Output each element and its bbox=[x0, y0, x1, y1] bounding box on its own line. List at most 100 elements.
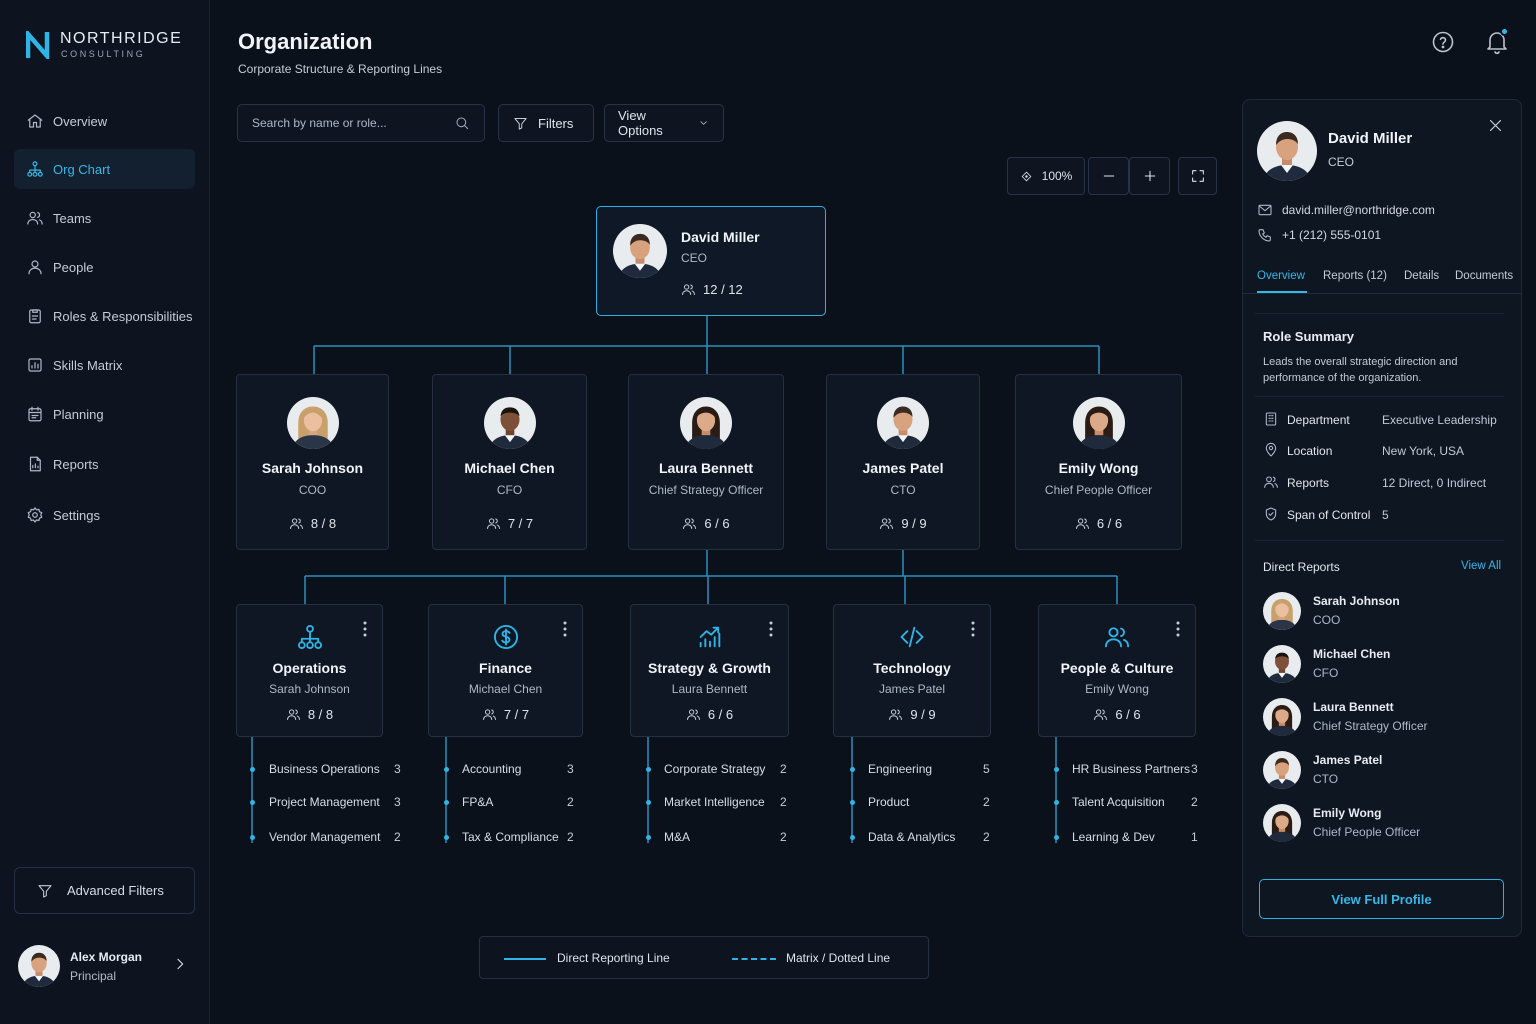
subteam-label[interactable]: Project Management bbox=[269, 795, 380, 809]
report-avatar[interactable] bbox=[1263, 645, 1301, 683]
zoom-out-button[interactable] bbox=[1088, 157, 1129, 195]
tab-overview[interactable]: Overview bbox=[1257, 270, 1305, 282]
exec-card[interactable]: Laura Bennett Chief Strategy Officer 6 /… bbox=[628, 374, 784, 550]
sidebar-item-planning[interactable]: Planning bbox=[14, 394, 195, 434]
subteam-label[interactable]: Data & Analytics bbox=[868, 830, 955, 844]
exec-card[interactable]: James Patel CTO 9 / 9 bbox=[826, 374, 980, 550]
subteam-count: 2 bbox=[983, 795, 990, 809]
subteam-bullet bbox=[444, 800, 449, 805]
chevron-right-icon[interactable] bbox=[172, 956, 188, 972]
tab-documents[interactable]: Documents bbox=[1455, 270, 1513, 282]
department-card[interactable]: Operations Sarah Johnson 8 / 8 bbox=[236, 604, 383, 737]
report-name[interactable]: James Patel bbox=[1313, 753, 1382, 767]
report-title: CFO bbox=[1313, 666, 1339, 680]
more-options-icon[interactable] bbox=[362, 621, 368, 637]
exec-card[interactable]: Sarah Johnson COO 8 / 8 bbox=[236, 374, 389, 550]
sidebar-item-label: Teams bbox=[53, 210, 92, 226]
search-input[interactable] bbox=[252, 116, 454, 130]
subteam-label[interactable]: Corporate Strategy bbox=[664, 762, 765, 776]
exec-headcount: 9 / 9 bbox=[827, 516, 979, 531]
sidebar-item-people[interactable]: People bbox=[14, 247, 195, 287]
zoom-in-button[interactable] bbox=[1129, 157, 1170, 195]
sidebar-item-teams[interactable]: Teams bbox=[14, 198, 195, 238]
department-card[interactable]: Finance Michael Chen 7 / 7 bbox=[428, 604, 583, 737]
department-card[interactable]: Technology James Patel 9 / 9 bbox=[833, 604, 991, 737]
exec-title: CFO bbox=[496, 483, 523, 497]
subteam-label[interactable]: Vendor Management bbox=[269, 830, 380, 844]
detail-email[interactable]: david.miller@northridge.com bbox=[1282, 203, 1435, 217]
report-avatar[interactable] bbox=[1263, 592, 1301, 630]
sidebar-item-roles[interactable]: Roles & Responsibilities bbox=[14, 296, 195, 336]
advanced-filters-button[interactable]: Advanced Filters bbox=[14, 867, 195, 914]
sidebar-item-org-chart[interactable]: Org Chart bbox=[14, 149, 195, 189]
detail-phone[interactable]: +1 (212) 555-0101 bbox=[1282, 228, 1381, 242]
report-name[interactable]: Emily Wong bbox=[1313, 806, 1381, 820]
user-role: Principal bbox=[70, 969, 117, 983]
teams-icon bbox=[26, 209, 44, 227]
subteam-label[interactable]: Engineering bbox=[868, 762, 932, 776]
subteam-label[interactable]: M&A bbox=[664, 830, 690, 844]
report-avatar[interactable] bbox=[1263, 751, 1301, 789]
subteam-label[interactable]: FP&A bbox=[462, 795, 493, 809]
field-label: Reports bbox=[1287, 476, 1330, 490]
brand-logo-icon bbox=[26, 31, 50, 59]
filters-button[interactable]: Filters bbox=[498, 104, 594, 142]
user-avatar[interactable] bbox=[18, 945, 60, 987]
sidebar-item-reports[interactable]: Reports bbox=[14, 444, 195, 484]
person-icon bbox=[28, 260, 42, 275]
subteam-label[interactable]: Talent Acquisition bbox=[1072, 795, 1165, 809]
zoom-level[interactable]: 100% bbox=[1007, 157, 1085, 195]
more-options-icon[interactable] bbox=[970, 621, 976, 637]
more-options-icon[interactable] bbox=[768, 621, 774, 637]
more-options-icon[interactable] bbox=[562, 621, 568, 637]
report-name[interactable]: Michael Chen bbox=[1313, 647, 1390, 661]
report-name[interactable]: Laura Bennett bbox=[1313, 700, 1394, 714]
more-options-icon[interactable] bbox=[1175, 621, 1181, 637]
subteam-label[interactable]: Market Intelligence bbox=[664, 795, 765, 809]
help-icon[interactable] bbox=[1431, 30, 1455, 54]
report-avatar[interactable] bbox=[1263, 804, 1301, 842]
code-icon bbox=[900, 626, 924, 648]
subteam-label[interactable]: HR Business Partners bbox=[1072, 762, 1190, 776]
exec-headcount: 6 / 6 bbox=[1016, 516, 1181, 531]
view-all-link[interactable]: View All bbox=[1461, 560, 1501, 572]
subteam-label[interactable]: Product bbox=[868, 795, 909, 809]
exec-card[interactable]: Emily Wong Chief People Officer 6 / 6 bbox=[1015, 374, 1182, 550]
headcount-value: 6 / 6 bbox=[707, 707, 734, 722]
chevron-down-icon bbox=[700, 121, 707, 125]
exec-title: Chief Strategy Officer bbox=[648, 483, 764, 497]
sidebar-item-settings[interactable]: Settings bbox=[14, 495, 195, 535]
subteam-label[interactable]: Business Operations bbox=[269, 762, 380, 776]
headcount-value: 9 / 9 bbox=[910, 707, 936, 722]
exec-avatar bbox=[680, 397, 732, 449]
subteam-count: 3 bbox=[394, 762, 401, 776]
department-card[interactable]: Strategy & Growth Laura Bennett 6 / 6 bbox=[630, 604, 789, 737]
minus-icon bbox=[1103, 175, 1114, 177]
subteam-bullet bbox=[850, 800, 855, 805]
view-options-button[interactable]: View Options bbox=[604, 104, 724, 142]
subteam-bullet bbox=[646, 800, 651, 805]
subteam-label[interactable]: Accounting bbox=[462, 762, 521, 776]
plus-icon bbox=[1144, 170, 1155, 182]
exec-name: Laura Bennett bbox=[658, 460, 754, 476]
department-card[interactable]: People & Culture Emily Wong 6 / 6 bbox=[1038, 604, 1196, 737]
exec-card[interactable]: Michael Chen CFO 7 / 7 bbox=[432, 374, 587, 550]
subteam-label[interactable]: Learning & Dev bbox=[1072, 830, 1155, 844]
role-summary-heading: Role Summary bbox=[1263, 329, 1355, 344]
view-full-profile-button[interactable]: View Full Profile bbox=[1259, 879, 1504, 919]
sidebar-item-overview[interactable]: Overview bbox=[14, 101, 195, 141]
filter-icon bbox=[38, 884, 52, 898]
ceo-card[interactable]: David Miller CEO 12 / 12 bbox=[596, 206, 826, 316]
close-icon[interactable] bbox=[1487, 117, 1504, 134]
report-name[interactable]: Sarah Johnson bbox=[1313, 594, 1400, 608]
subteam-label[interactable]: Tax & Compliance bbox=[462, 830, 559, 844]
fullscreen-button[interactable] bbox=[1178, 157, 1217, 195]
people-icon bbox=[286, 707, 301, 722]
sidebar-item-skills-matrix[interactable]: Skills Matrix bbox=[14, 345, 195, 385]
tab-details[interactable]: Details bbox=[1404, 270, 1439, 282]
report-avatar[interactable] bbox=[1263, 698, 1301, 736]
search-box[interactable] bbox=[237, 104, 485, 142]
tab-reports[interactable]: Reports (12) bbox=[1323, 270, 1387, 282]
subteam-bullet bbox=[1054, 835, 1059, 840]
brand-sub: CONSULTING bbox=[61, 49, 146, 59]
